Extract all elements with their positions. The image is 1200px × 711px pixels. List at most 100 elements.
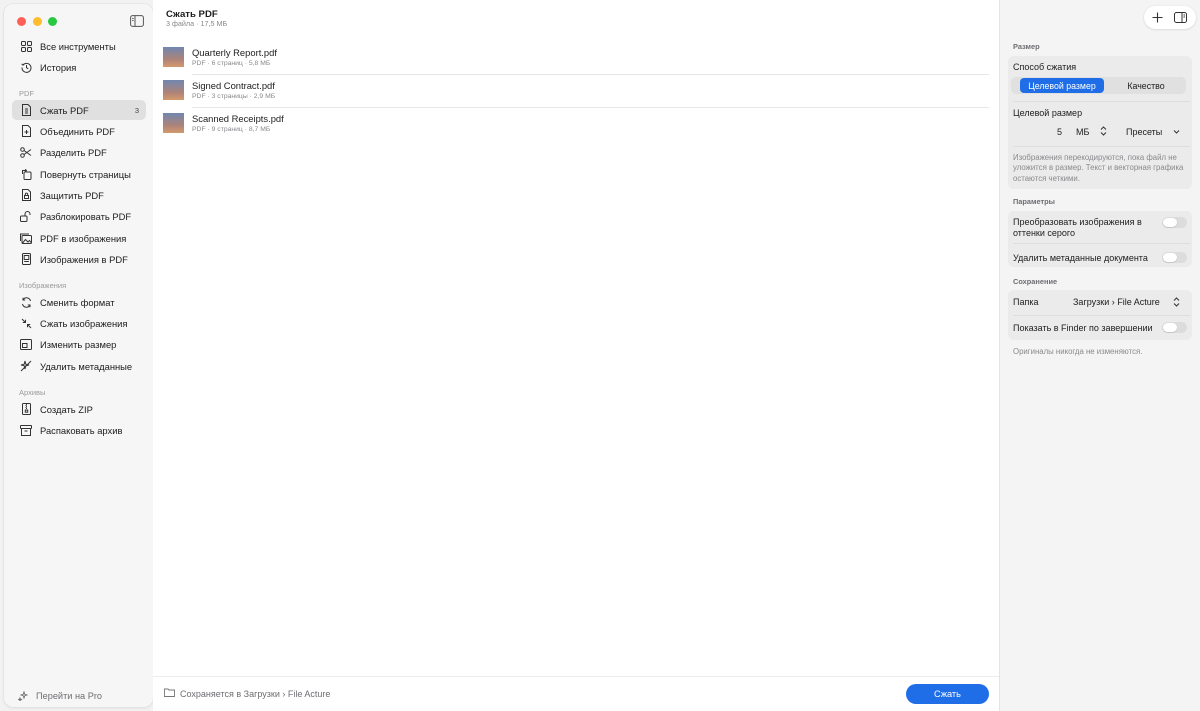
divider [1013,243,1190,244]
sidebar-item-remove-metadata[interactable]: Удалить метаданные [12,356,146,376]
app-window: Все инструменты История PDF Сжать PDF 3 … [0,0,1200,711]
count-badge: 3 [134,105,139,115]
sparkle-remove-icon [20,360,32,372]
sidebar-item-label: Создать ZIP [40,403,93,415]
sidebar-item-label: Изображения в PDF [40,253,128,265]
main-content: Сжать PDF 3 файла · 17,5 МБ Quarterly Re… [153,0,999,711]
lock-doc-icon [20,189,32,201]
sidebar-item-history[interactable]: История [12,57,146,77]
sidebar-item-label: Сжать изображения [40,317,128,329]
inspector-toggle-icon[interactable] [1174,11,1187,24]
shrink-icon [20,317,32,329]
photo-stack-icon [20,232,32,244]
add-icon[interactable] [1151,11,1164,24]
sidebar-item-extract-archive[interactable]: Распаковать архив [12,420,146,440]
grid-icon [20,40,32,52]
segment-quality[interactable]: Качество [1108,78,1184,93]
compress-pdf-icon [20,104,32,116]
size-section-title: Размер [1013,42,1040,51]
target-size-label: Целевой размер [1013,108,1083,118]
show-in-finder-toggle[interactable] [1162,322,1187,333]
zoom-window-button[interactable] [48,17,57,26]
file-meta: PDF · 9 страниц · 8,7 МБ [192,126,271,133]
compress-button[interactable]: Сжать [906,684,989,704]
sidebar-item-label: Сменить формат [40,296,115,308]
sidebar-item-create-zip[interactable]: Создать ZIP [12,399,146,419]
strip-metadata-toggle[interactable] [1162,252,1187,263]
merge-pdf-icon [20,125,32,137]
pro-label: Перейти на Pro [36,690,102,701]
sidebar-item-merge-pdf[interactable]: Объединить PDF [12,121,146,141]
file-thumbnail [163,47,184,67]
settings-panel: Размер Способ сжатия Целевой размер Каче… [999,0,1200,711]
target-size-value[interactable]: 5 [1057,127,1062,137]
sidebar-item-label: Удалить метаданные [40,360,133,372]
unit-stepper-icon[interactable] [1099,125,1108,137]
sidebar-item-label: Распаковать архив [40,424,123,436]
file-name: Quarterly Report.pdf [192,47,277,58]
file-row[interactable]: Quarterly Report.pdf PDF · 6 страниц · 5… [162,42,989,75]
file-thumbnail [163,80,184,100]
sidebar-item-split-pdf[interactable]: Разделить PDF [12,142,146,162]
chevron-down-icon[interactable] [1172,127,1181,136]
minimize-window-button[interactable] [33,17,42,26]
folder-select[interactable]: Загрузки › File Acture [1073,297,1160,307]
sidebar-item-label: Разделить PDF [40,146,107,158]
file-name: Signed Contract.pdf [192,80,275,91]
zip-icon [20,403,32,415]
convert-icon [20,296,32,308]
sidebar-section-title: Изображения [19,281,67,290]
sidebar-toggle-icon[interactable] [130,15,144,27]
folder-icon [164,688,175,697]
sidebar-item-change-format[interactable]: Сменить формат [12,292,146,312]
sidebar-item-label: Повернуть страницы [40,168,131,180]
sidebar-item-label: История [40,61,77,73]
sidebar-item-label: Все инструменты [40,40,116,52]
save-location-text: Сохраняется в Загрузки › File Acture [180,689,331,699]
footer-bar: Сохраняется в Загрузки › File Acture Сжа… [153,676,999,711]
method-segmented-control: Целевой размер Качество [1011,77,1186,94]
divider [1013,315,1190,316]
file-thumbnail [163,113,184,133]
sidebar-item-resize[interactable]: Изменить размер [12,334,146,354]
presets-dropdown[interactable]: Пресеты [1126,127,1162,137]
sidebar-item-label: Разблокировать PDF [40,210,132,222]
folder-label: Папка [1013,297,1039,307]
sidebar-item-protect-pdf[interactable]: Защитить PDF [12,185,146,205]
scissors-icon [20,146,32,158]
sidebar-item-unlock-pdf[interactable]: Разблокировать PDF [12,206,146,226]
grayscale-label: Преобразовать изображения в оттенки серо… [1013,217,1142,238]
sidebar-item-label: Изменить размер [40,338,117,350]
toolbar-pill [1144,6,1196,29]
close-window-button[interactable] [17,17,26,26]
sidebar-item-images-to-pdf[interactable]: Изображения в PDF [12,249,146,269]
file-meta: PDF · 6 страниц · 5,8 МБ [192,60,271,67]
originals-note: Оригиналы никогда не изменяются. [1013,347,1143,356]
show-in-finder-label: Показать в Finder по завершении [1013,323,1153,333]
file-meta: PDF · 3 страницы · 2,9 МБ [192,93,276,100]
sparkle-icon [18,691,28,701]
divider [1013,146,1190,147]
archive-icon [20,424,32,436]
sidebar-item-label: PDF в изображения [40,232,127,244]
sidebar-item-compress-images[interactable]: Сжать изображения [12,313,146,333]
sidebar-item-label: Защитить PDF [40,189,104,201]
image-doc-icon [20,253,32,265]
sidebar-item-rotate-pages[interactable]: Повернуть страницы [12,164,146,184]
sidebar-item-pdf-to-images[interactable]: PDF в изображения [12,228,146,248]
folder-stepper-icon[interactable] [1172,296,1181,308]
page-subtitle: 3 файла · 17,5 МБ [166,19,228,28]
sidebar: Все инструменты История PDF Сжать PDF 3 … [4,4,153,707]
sidebar-item-label: Сжать PDF [40,104,89,116]
sidebar-item-all-tools[interactable]: Все инструменты [12,36,146,56]
method-label: Способ сжатия [1013,62,1077,72]
file-row[interactable]: Signed Contract.pdf PDF · 3 страницы · 2… [162,75,989,108]
file-row[interactable]: Scanned Receipts.pdf PDF · 9 страниц · 8… [162,108,989,141]
history-icon [20,61,32,73]
file-name: Scanned Receipts.pdf [192,113,284,124]
upgrade-pro-link[interactable]: Перейти на Pro [18,690,102,701]
grayscale-toggle[interactable] [1162,217,1187,228]
sidebar-section-title: PDF [19,89,34,98]
segment-target-size[interactable]: Целевой размер [1020,78,1104,93]
sidebar-item-compress-pdf[interactable]: Сжать PDF 3 [12,100,146,120]
